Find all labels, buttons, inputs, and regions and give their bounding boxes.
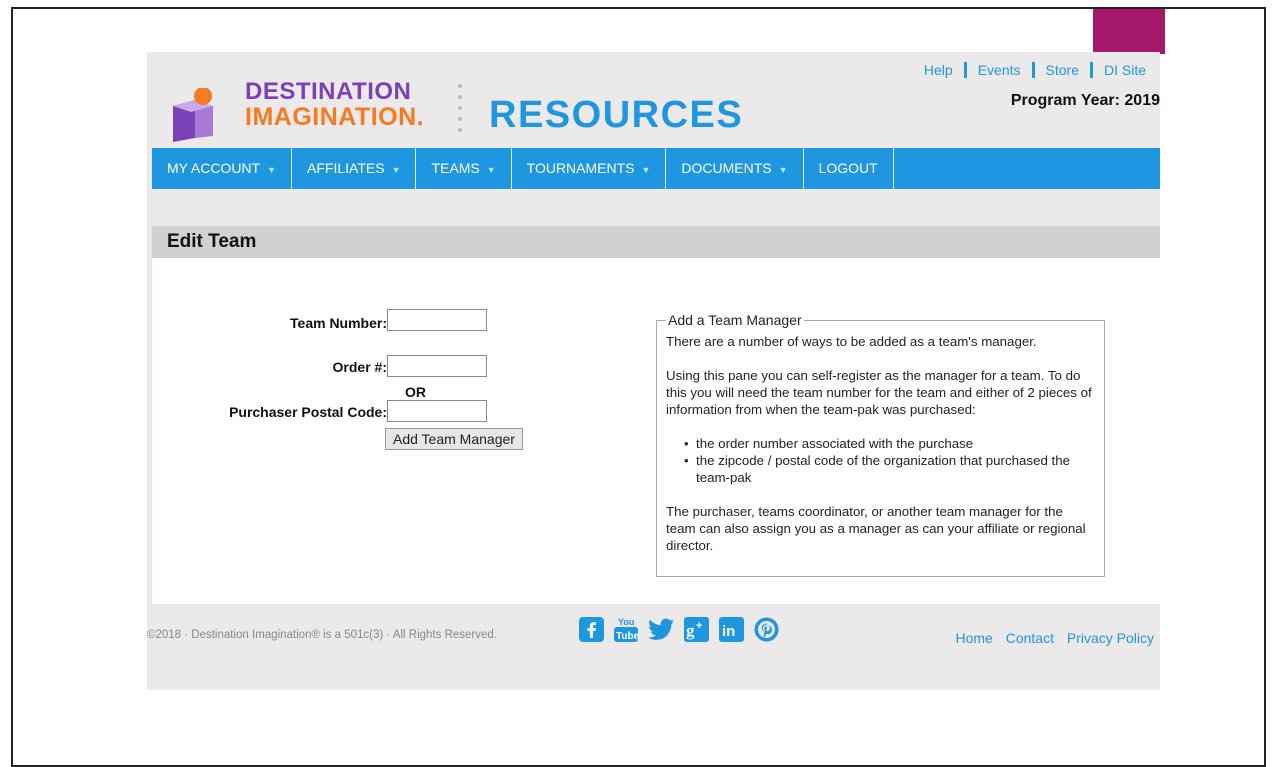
order-number-label: Order #: xyxy=(332,359,387,375)
top-link-divider xyxy=(963,62,967,78)
footer-link-privacy-policy[interactable]: Privacy Policy xyxy=(1067,630,1154,646)
top-link-di-site[interactable]: DI Site xyxy=(1104,62,1146,78)
order-number-input[interactable] xyxy=(387,355,487,377)
chevron-down-icon: ▼ xyxy=(641,165,651,175)
logo-text-imagination: IMAGINATION. xyxy=(245,103,425,131)
svg-text:You: You xyxy=(618,617,634,627)
nav-label: AFFILIATES xyxy=(307,160,385,176)
team-number-input[interactable] xyxy=(387,309,487,331)
slide-accent-bar xyxy=(1093,9,1165,54)
footer-link-contact[interactable]: Contact xyxy=(1006,630,1054,646)
youtube-icon[interactable]: You Tube xyxy=(613,616,639,642)
svg-text:+: + xyxy=(696,620,702,632)
logo-divider xyxy=(458,84,462,144)
footer-link-home[interactable]: Home xyxy=(955,630,992,646)
top-link-events[interactable]: Events xyxy=(978,62,1021,78)
nav-label: TEAMS xyxy=(431,160,480,176)
chevron-down-icon: ▼ xyxy=(391,165,401,175)
add-team-manager-button[interactable]: Add Team Manager xyxy=(385,428,523,450)
nav-label: TOURNAMENTS xyxy=(526,160,635,176)
logo-text-destination: DESTINATION xyxy=(245,78,412,105)
nav-item-affiliates[interactable]: AFFILIATES ▼ xyxy=(292,148,417,189)
page-title: Edit Team xyxy=(152,226,1160,258)
team-number-label: Team Number: xyxy=(290,315,387,331)
chevron-down-icon: ▼ xyxy=(267,165,277,175)
list-item: the order number associated with the pur… xyxy=(684,435,1095,452)
nav-item-logout[interactable]: LOGOUT xyxy=(804,148,894,189)
or-separator: OR xyxy=(405,384,426,400)
site-logo[interactable]: DESTINATION IMAGINATION. RESOURCES xyxy=(167,68,767,148)
svg-text:in: in xyxy=(722,623,735,640)
postal-code-input[interactable] xyxy=(387,400,487,422)
chevron-down-icon: ▼ xyxy=(486,165,496,175)
top-links: Help Events Store DI Site xyxy=(924,62,1146,78)
facebook-icon[interactable] xyxy=(578,616,604,642)
edit-team-panel: Team Number: Order #: OR Purchaser Posta… xyxy=(152,258,1160,604)
nav-label: LOGOUT xyxy=(818,160,878,176)
google-plus-icon[interactable]: g + xyxy=(683,616,709,642)
nav-item-tournaments[interactable]: TOURNAMENTS ▼ xyxy=(512,148,667,189)
website-screenshot: DESTINATION IMAGINATION. RESOURCES Help … xyxy=(147,52,1160,690)
main-nav: MY ACCOUNT ▼ AFFILIATES ▼ TEAMS ▼ TOURNAMEN… xyxy=(152,148,1160,189)
help-bullets: the order number associated with the pur… xyxy=(666,435,1095,486)
nav-label: DOCUMENTS xyxy=(681,160,772,176)
svg-text:Tube: Tube xyxy=(616,631,638,642)
social-links: You Tube g + in xyxy=(578,616,779,642)
twitter-icon[interactable] xyxy=(648,616,674,642)
nav-label: MY ACCOUNT xyxy=(167,160,261,176)
program-year: Program Year: 2019 xyxy=(1010,92,1160,109)
footer-copyright: ©2018 · Destination Imagination® is a 50… xyxy=(147,629,497,641)
help-legend: Add a Team Manager xyxy=(668,312,802,328)
help-instructions: Using this pane you can self-register as… xyxy=(666,368,1092,417)
pinterest-icon[interactable] xyxy=(753,616,779,642)
top-link-divider xyxy=(1089,62,1093,78)
nav-item-my-account[interactable]: MY ACCOUNT ▼ xyxy=(152,148,293,189)
chevron-down-icon: ▼ xyxy=(778,165,788,175)
nav-item-teams[interactable]: TEAMS ▼ xyxy=(416,148,512,189)
top-link-store[interactable]: Store xyxy=(1046,62,1079,78)
footer-links: Home Contact Privacy Policy xyxy=(946,630,1154,646)
list-item: the zipcode / postal code of the organiz… xyxy=(684,452,1095,486)
linkedin-icon[interactable]: in xyxy=(718,616,744,642)
top-link-divider xyxy=(1031,62,1035,78)
top-link-help[interactable]: Help xyxy=(924,62,953,78)
help-intro: There are a number of ways to be added a… xyxy=(666,334,1037,349)
add-team-manager-help: Add a Team Manager There are a number of… xyxy=(656,312,1105,577)
help-closing: The purchaser, teams coordinator, or ano… xyxy=(666,504,1086,553)
svg-text:g: g xyxy=(686,621,695,640)
logo-resources-text: RESOURCES xyxy=(489,94,744,136)
logo-cube-icon xyxy=(173,88,213,142)
nav-item-documents[interactable]: DOCUMENTS ▼ xyxy=(666,148,804,189)
postal-code-label: Purchaser Postal Code: xyxy=(229,404,387,420)
